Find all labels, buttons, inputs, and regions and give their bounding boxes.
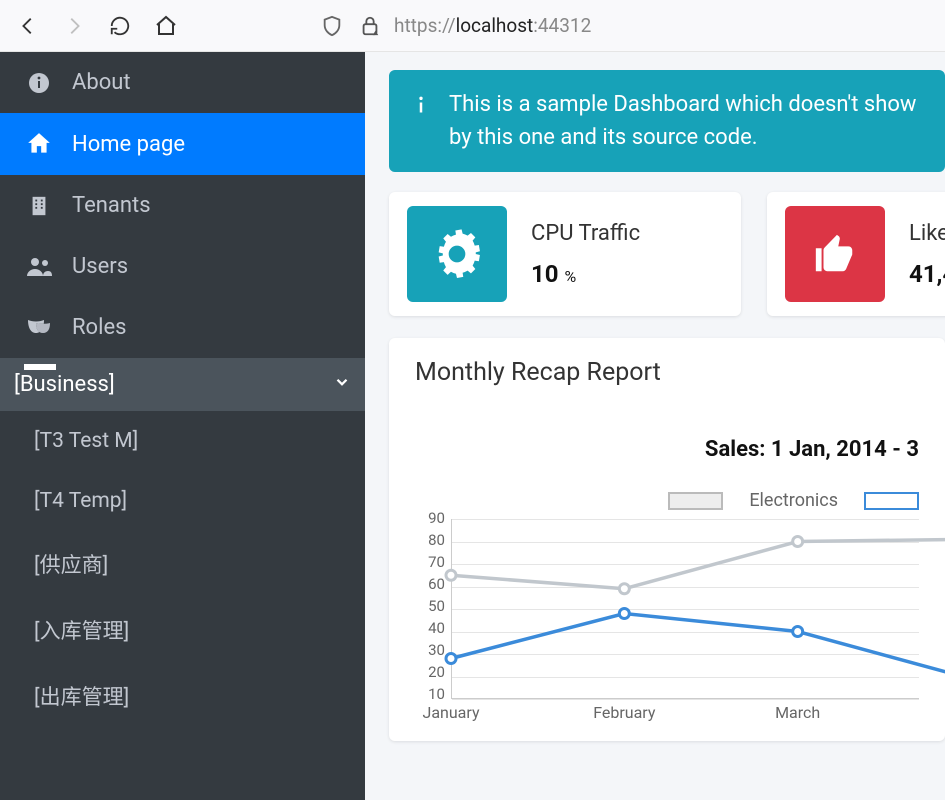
sidebar-sub-t4[interactable]: [T4 Temp] <box>0 471 365 531</box>
url-port: :44312 <box>533 14 591 37</box>
sidebar-item-users[interactable]: Users <box>0 236 365 297</box>
legend-swatch-grey <box>668 492 723 510</box>
card-cpu[interactable]: CPU Traffic 10 % <box>389 192 741 316</box>
alert-line: This is a sample Dashboard which doesn't… <box>449 88 916 121</box>
browser-toolbar: https://localhost:44312 <box>0 0 945 52</box>
sidebar-item-tenants[interactable]: Tenants <box>0 175 365 236</box>
main-content: This is a sample Dashboard which doesn't… <box>365 52 945 800</box>
section-decoration <box>24 364 56 370</box>
home-icon[interactable] <box>152 12 180 40</box>
report-title: Monthly Recap Report <box>415 358 919 387</box>
card-likes[interactable]: Likes 41,4 <box>767 192 945 316</box>
y-axis: 908070605040302010 <box>421 511 445 709</box>
building-icon <box>24 195 54 217</box>
legend-swatch-blue <box>864 492 919 510</box>
section-label: [Business] <box>14 372 115 397</box>
url-host: localhost <box>456 14 534 37</box>
sidebar-sub-inbound[interactable]: [入库管理] <box>0 597 365 663</box>
shield-icon[interactable] <box>318 12 346 40</box>
sidebar-label: Home page <box>72 132 185 157</box>
chart-plot: 908070605040302010 JanuaryFebruaryMarchA… <box>421 521 919 741</box>
back-icon[interactable] <box>14 12 42 40</box>
card-title: CPU Traffic <box>531 221 640 246</box>
thumbs-up-icon <box>785 206 885 302</box>
sidebar-sub-outbound[interactable]: [出库管理] <box>0 663 365 729</box>
home-icon <box>24 131 54 157</box>
sidebar-label: Tenants <box>72 193 151 218</box>
info-icon <box>411 92 431 154</box>
sidebar-item-roles[interactable]: Roles <box>0 297 365 358</box>
sidebar-item-home[interactable]: Home page <box>0 113 365 175</box>
sidebar-label: About <box>72 70 131 95</box>
info-alert: This is a sample Dashboard which doesn't… <box>389 70 945 172</box>
sidebar-sub-t3[interactable]: [T3 Test M] <box>0 411 365 471</box>
report-panel: Monthly Recap Report Sales: 1 Jan, 2014 … <box>389 338 945 741</box>
alert-line: by this one and its source code. <box>449 121 916 154</box>
sidebar-item-about[interactable]: About <box>0 52 365 113</box>
url-prefix: https:// <box>394 14 456 37</box>
card-value: 10 % <box>531 260 640 288</box>
info-icon <box>24 71 54 95</box>
lock-warning-icon[interactable] <box>356 12 384 40</box>
report-subtitle: Sales: 1 Jan, 2014 - 3 <box>415 437 919 462</box>
sidebar-label: Users <box>72 254 128 279</box>
url-text[interactable]: https://localhost:44312 <box>394 14 591 37</box>
reload-icon[interactable] <box>106 12 134 40</box>
chevron-down-icon <box>333 372 351 397</box>
chart-legend: Electronics <box>415 490 919 511</box>
masks-icon <box>24 317 54 339</box>
sidebar-sub-supplier[interactable]: [供应商] <box>0 531 365 597</box>
card-title: Likes <box>909 221 945 246</box>
users-icon <box>24 256 54 278</box>
card-value: 41,4 <box>909 260 945 288</box>
chart-lines <box>451 519 945 699</box>
forward-icon[interactable] <box>60 12 88 40</box>
sidebar-section-business[interactable]: [Business] <box>0 358 365 411</box>
gear-icon <box>407 206 507 302</box>
sidebar: About Home page Tenants Users Roles [Bus… <box>0 52 365 800</box>
sidebar-label: Roles <box>72 315 126 340</box>
legend-label: Electronics <box>749 490 838 511</box>
